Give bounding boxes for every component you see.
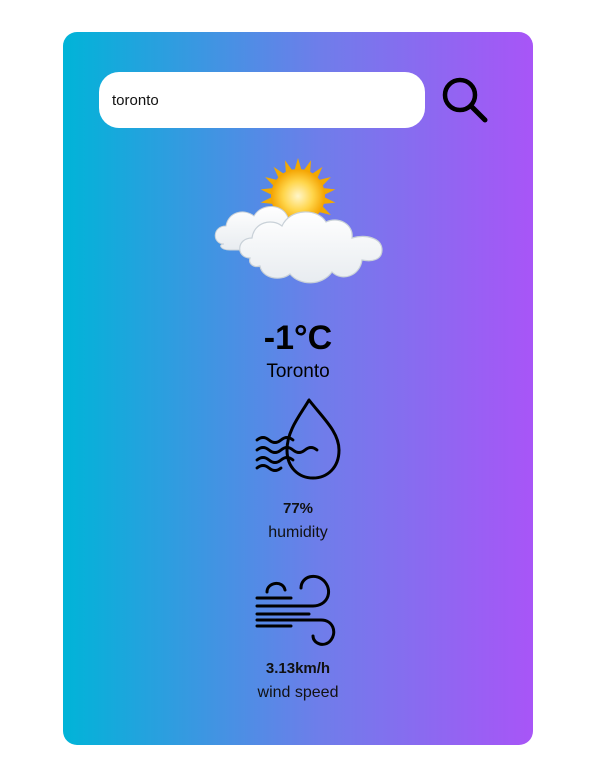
- humidity-value: 77%: [282, 500, 314, 517]
- partly-cloudy-icon: [214, 158, 383, 284]
- wind-value: 3.13km/h: [265, 660, 331, 677]
- humidity-icon: [255, 398, 341, 480]
- search-input[interactable]: [99, 72, 425, 128]
- wind-icon: [255, 574, 336, 646]
- wind-label: wind speed: [257, 684, 339, 701]
- search-button[interactable]: [439, 74, 491, 126]
- humidity-label: humidity: [268, 524, 328, 541]
- search-icon: [442, 77, 488, 123]
- city-name: Toronto: [266, 361, 330, 382]
- weather-card: -1°C Toronto 77% humidity 3.13km/h wind …: [63, 32, 533, 745]
- temperature: -1°C: [263, 319, 333, 357]
